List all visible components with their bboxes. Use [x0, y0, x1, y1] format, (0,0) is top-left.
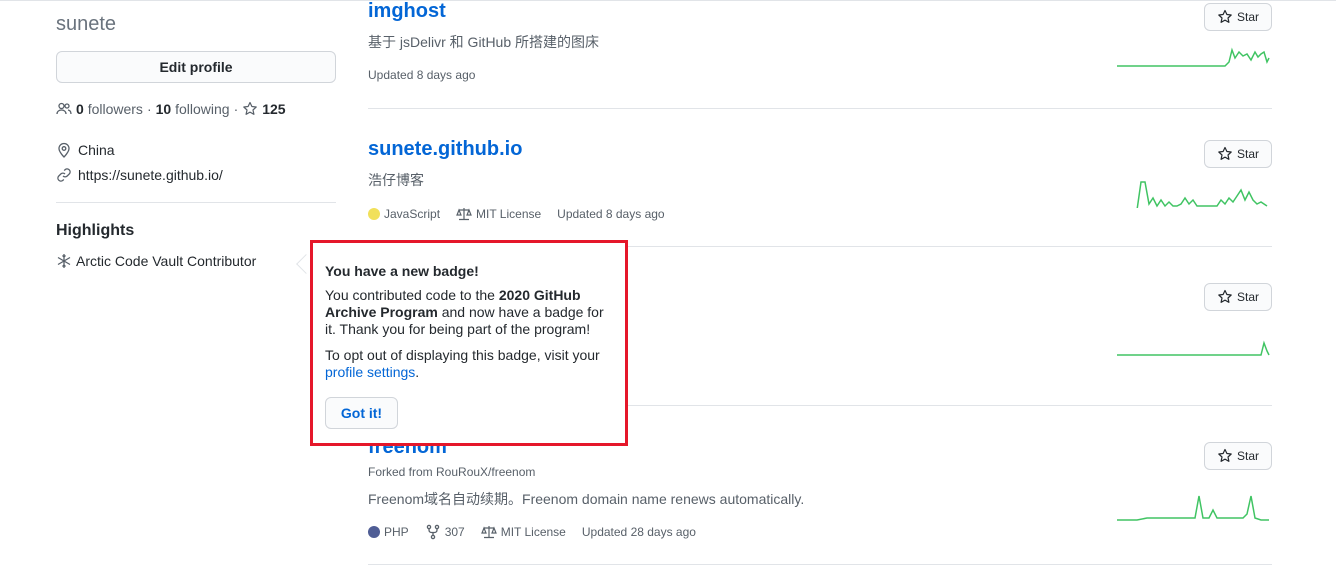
- license: MIT License: [456, 206, 541, 222]
- forks-link[interactable]: 307: [425, 524, 465, 540]
- repo-name-link[interactable]: imghost: [368, 0, 446, 23]
- law-icon: [480, 526, 497, 539]
- new-badge-popover: You have a new badge! You contributed co…: [310, 240, 628, 446]
- repo-description: Freenom域名自动续期。Freenom domain name renews…: [368, 491, 805, 507]
- star-icon: [1218, 289, 1232, 303]
- highlights-title: Highlights: [56, 222, 135, 239]
- username: sunete: [56, 13, 117, 35]
- snowflake-icon: [57, 254, 71, 268]
- got-it-button[interactable]: Got it!: [325, 397, 398, 429]
- fork-icon: [426, 524, 439, 540]
- repo-meta: PHP 307 MIT License Updated 28 days ago: [368, 524, 712, 540]
- activity-sparkline: [1117, 340, 1270, 356]
- updated-text: Updated 28 days ago: [581, 525, 696, 539]
- stars-link[interactable]: 125: [242, 101, 286, 117]
- activity-sparkline: [1136, 181, 1268, 208]
- website-row: https://sunete.github.io/: [56, 167, 223, 183]
- repo-description: 基于 jsDelivr 和 GitHub 所搭建的图床: [368, 34, 600, 50]
- repo-name-link[interactable]: sunete.github.io: [368, 138, 522, 161]
- repo-divider: [368, 108, 1272, 109]
- follow-stats: 0 followers · 10 following · 125: [56, 101, 286, 117]
- forked-from[interactable]: Forked from RouRouX/freenom: [368, 465, 535, 479]
- language-color-dot: [368, 208, 380, 220]
- language-color-dot: [368, 526, 380, 538]
- language: PHP: [368, 525, 409, 539]
- star-icon: [1218, 146, 1232, 160]
- star-button[interactable]: Star: [1204, 442, 1272, 470]
- location-text: China: [78, 142, 115, 158]
- edit-profile-button[interactable]: Edit profile: [56, 51, 336, 83]
- repo-meta: Updated 8 days ago: [368, 68, 491, 82]
- license: MIT License: [480, 524, 566, 540]
- star-icon: [1218, 448, 1232, 462]
- star-icon: [243, 101, 258, 115]
- star-button[interactable]: Star: [1204, 140, 1272, 168]
- link-icon: [57, 168, 71, 182]
- star-icon: [1218, 9, 1232, 23]
- repo-card-sunete-github-io: sunete.github.io 浩仔博客 JavaScript MIT Lic…: [368, 138, 1272, 246]
- repo-card-freenom: freenom Forked from RouRouX/freenom Free…: [368, 436, 1272, 564]
- updated-text: Updated 8 days ago: [557, 207, 665, 221]
- highlight-arctic-vault: Arctic Code Vault Contributor: [56, 253, 256, 269]
- language: JavaScript: [368, 207, 440, 221]
- profile-settings-link[interactable]: profile settings: [325, 364, 415, 380]
- activity-sparkline: [1117, 495, 1269, 521]
- website-link[interactable]: https://sunete.github.io/: [78, 167, 223, 183]
- star-button[interactable]: Star: [1204, 283, 1272, 311]
- repo-card-imghost: imghost 基于 jsDelivr 和 GitHub 所搭建的图床 Upda…: [368, 0, 1272, 108]
- popover-opt-out: To opt out of displaying this badge, vis…: [325, 347, 600, 380]
- updated-text: Updated 8 days ago: [368, 68, 476, 82]
- popover-body: You contributed code to the 2020 GitHub …: [325, 287, 604, 337]
- followers-link[interactable]: 0 followers: [76, 101, 143, 117]
- law-icon: [456, 208, 472, 221]
- sidebar-divider: [56, 202, 336, 203]
- repo-description: 浩仔博客: [368, 172, 424, 188]
- location-row: China: [56, 142, 115, 158]
- popover-title: You have a new badge!: [325, 263, 479, 279]
- activity-sparkline: [1117, 47, 1270, 67]
- star-button[interactable]: Star: [1204, 3, 1272, 31]
- people-icon: [56, 102, 72, 115]
- repo-meta: JavaScript MIT License Updated 8 days ag…: [368, 206, 681, 222]
- location-icon: [58, 142, 70, 158]
- following-link[interactable]: 10 following: [156, 101, 230, 117]
